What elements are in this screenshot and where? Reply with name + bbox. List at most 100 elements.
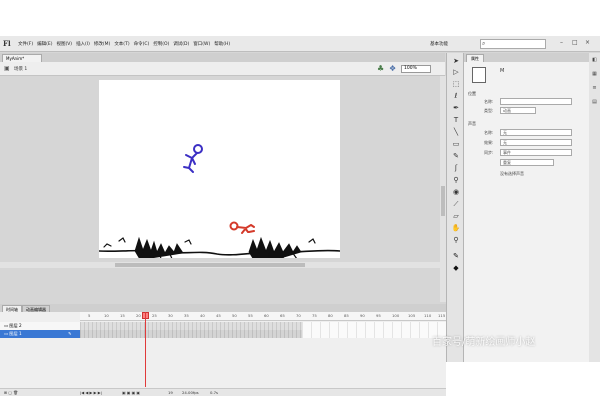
restore-icon[interactable]: □ — [572, 39, 578, 46]
no-sound-note: 没有选择声音 — [500, 171, 524, 176]
vertical-scroll-thumb[interactable] — [441, 186, 445, 216]
tab-properties[interactable]: 属性 — [466, 54, 484, 62]
scene-label[interactable]: 场景 1 — [14, 66, 27, 72]
menu-insert[interactable]: 插入(I) — [76, 41, 90, 47]
swatches-panel-icon[interactable]: ▦ — [591, 71, 598, 78]
bone-tool-icon[interactable]: ⚲ — [451, 175, 461, 185]
ruler-tick: 5 — [88, 313, 91, 318]
layer-row-selected[interactable]: ▭ 图层 1 ✎ — [0, 330, 80, 338]
timeline-ruler[interactable]: 5 10 15 20 25 30 35 40 45 50 55 60 65 70… — [80, 312, 446, 321]
menu-commands[interactable]: 命令(C) — [134, 41, 150, 47]
menu-text[interactable]: 文本(T) — [114, 41, 129, 47]
color-panel-icon[interactable]: ◧ — [591, 57, 598, 64]
menu-view[interactable]: 视图(V) — [56, 41, 72, 47]
layer-row[interactable]: ▭ 图层 2 — [0, 322, 80, 330]
empty-frames[interactable] — [302, 322, 446, 338]
pen-tool-icon[interactable]: ✒ — [451, 103, 461, 113]
ruler-tick: 35 — [184, 313, 189, 318]
tab-timeline[interactable]: 时间轴 — [2, 305, 22, 312]
playback-controls[interactable]: |◀ ◀ ▶ ▶ ▶| — [80, 390, 102, 395]
ruler-tick: 45 — [216, 313, 221, 318]
pencil-tool-icon[interactable]: ✎ — [451, 151, 461, 161]
eraser-icon[interactable]: ▱ — [451, 211, 461, 221]
close-icon[interactable]: × — [585, 39, 590, 46]
properties-tabs: 属性 — [464, 53, 589, 62]
ruler-tick: 65 — [280, 313, 285, 318]
edit-symbol-icon[interactable]: ❖ — [389, 64, 396, 73]
menu-modify[interactable]: 修改(M) — [94, 41, 110, 47]
section-sound[interactable]: 声音 — [468, 121, 476, 127]
row-label: 名称: — [484, 99, 494, 104]
pasteboard — [0, 76, 440, 302]
sound-name-select[interactable]: 无 — [500, 129, 572, 136]
stroke-color-icon[interactable]: ✎ — [451, 251, 461, 261]
library-panel-icon[interactable]: ▤ — [591, 99, 598, 106]
rectangle-tool-icon[interactable]: ▭ — [451, 139, 461, 149]
layer-frames[interactable] — [80, 330, 302, 338]
layer-name: 图层 1 — [9, 331, 22, 336]
layer-name: 图层 2 — [9, 323, 22, 328]
edit-scene-icon[interactable]: ♣ — [377, 64, 384, 73]
search-input[interactable]: ⌕ — [480, 39, 546, 49]
repeat-select[interactable]: 重复 — [500, 159, 554, 166]
fill-color-icon[interactable]: ◆ — [451, 263, 461, 273]
ruler-tick: 110 — [424, 313, 432, 318]
edit-bar: ▣ 场景 1 ♣ ❖ 100% — [0, 62, 445, 76]
document-icon — [472, 67, 486, 83]
sync-select[interactable]: 事件 — [500, 149, 572, 156]
row-label: 同步: — [484, 150, 494, 155]
menu-bar: Fl 文件(F) 编辑(E) 视图(V) 插入(I) 修改(M) 文本(T) 命… — [0, 36, 600, 52]
elapsed-time: 0.7s — [210, 390, 219, 395]
layer-frames[interactable] — [80, 322, 302, 330]
ruler-tick: 10 — [104, 313, 109, 318]
lasso-icon[interactable]: ℓ — [451, 91, 461, 101]
onion-skin-icons[interactable]: ▣ ▣ ▣ ▣ — [122, 390, 140, 395]
minimize-icon[interactable]: – — [560, 39, 563, 46]
zoom-tool-icon[interactable]: ⚲ — [451, 235, 461, 245]
menu-file[interactable]: 文件(F) — [18, 41, 33, 47]
ruler-tick: 80 — [328, 313, 333, 318]
blue-stick-figure — [183, 144, 203, 173]
menu-help[interactable]: 帮助(H) — [214, 41, 230, 47]
ground-and-grass — [98, 236, 341, 265]
type-select[interactable]: 动画 — [500, 107, 536, 114]
line-tool-icon[interactable]: ╲ — [451, 127, 461, 137]
flash-app-window: Fl 文件(F) 编辑(E) 视图(V) 插入(I) 修改(M) 文本(T) 命… — [0, 36, 600, 396]
search-icon: ⌕ — [482, 40, 486, 47]
properties-panel: 属性 M 位置 名称: 类型: 动画 声音 名称: 无 效果: 无 同步: 事件… — [464, 53, 589, 362]
menu-items: 文件(F) 编辑(E) 视图(V) 插入(I) 修改(M) 文本(T) 命令(C… — [18, 41, 230, 47]
eyedropper-icon[interactable]: ⟋ — [451, 199, 461, 209]
section-position[interactable]: 位置 — [468, 91, 476, 97]
document-tab[interactable]: MyAnim* — [2, 54, 42, 62]
watermark: 百家号/萌新绘画师小赵 — [432, 337, 536, 348]
arrow-tool-icon[interactable]: ➤ — [451, 56, 461, 66]
menu-control[interactable]: 控制(O) — [153, 41, 169, 47]
subselect-tool-icon[interactable]: ▷ — [451, 67, 461, 77]
ruler-tick: 85 — [344, 313, 349, 318]
menu-window[interactable]: 窗口(W) — [193, 41, 210, 47]
align-panel-icon[interactable]: ≡ — [591, 85, 598, 92]
name-field[interactable] — [500, 98, 572, 105]
pencil-icon: ✎ — [68, 331, 72, 336]
zoom-select[interactable]: 100% — [401, 65, 431, 73]
brush-tool-icon[interactable]: ʃ — [451, 163, 461, 173]
paint-bucket-icon[interactable]: ◉ — [451, 187, 461, 197]
new-layer-icon[interactable]: ⊞ ▢ 🗑 — [4, 390, 18, 395]
scene-icon: ▣ — [4, 65, 10, 72]
horizontal-scroll-thumb[interactable] — [115, 263, 305, 267]
frame-rate: 24.00fps — [182, 390, 199, 395]
horizontal-scrollbar[interactable] — [0, 262, 440, 268]
timeline-status-bar: ⊞ ▢ 🗑 |◀ ◀ ▶ ▶ ▶| ▣ ▣ ▣ ▣ 19 24.00fps 0.… — [0, 388, 446, 396]
stage[interactable] — [98, 80, 341, 265]
effect-select[interactable]: 无 — [500, 139, 572, 146]
workspace-switcher[interactable]: 基本功能 — [430, 41, 448, 47]
ruler-tick: 105 — [408, 313, 416, 318]
menu-edit[interactable]: 编辑(E) — [37, 41, 52, 47]
text-tool-icon[interactable]: T — [451, 115, 461, 125]
hand-tool-icon[interactable]: ✋ — [451, 223, 461, 233]
playhead[interactable] — [145, 312, 146, 387]
tab-motion-editor[interactable]: 动画编辑器 — [22, 305, 50, 312]
menu-debug[interactable]: 调试(D) — [173, 41, 189, 47]
free-transform-icon[interactable]: ⬚ — [451, 79, 461, 89]
ruler-tick: 50 — [232, 313, 237, 318]
